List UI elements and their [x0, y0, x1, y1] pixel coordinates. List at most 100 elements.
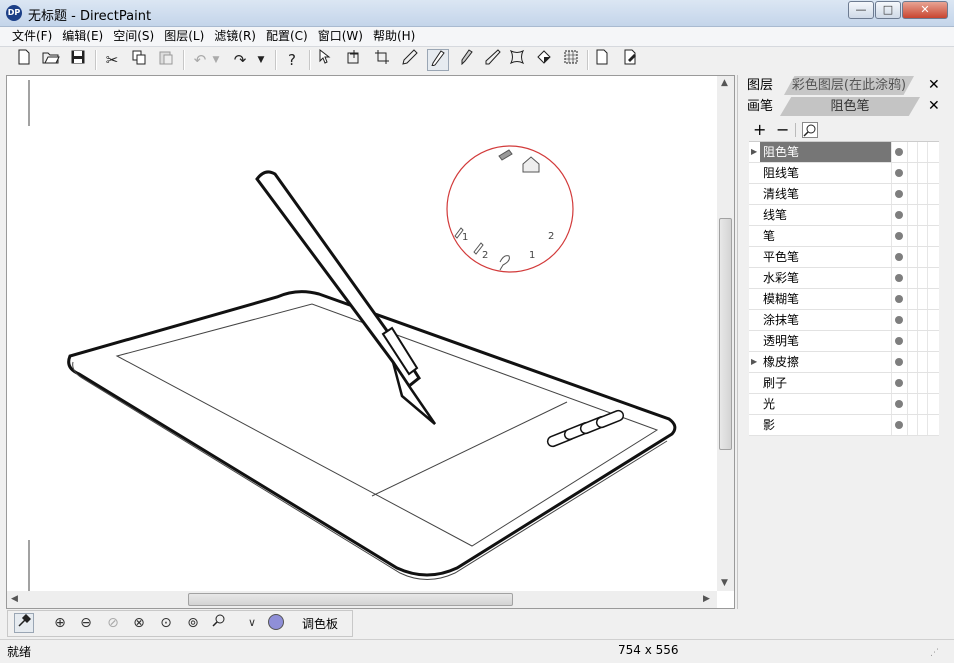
brush-row[interactable]: 刷子	[749, 373, 939, 394]
brush-visibility-icon[interactable]	[895, 274, 903, 282]
brush-visibility-icon[interactable]	[895, 211, 903, 219]
redo-dropdown-icon[interactable]: ▼	[254, 49, 268, 71]
add-brush-icon[interactable]: +	[753, 120, 766, 139]
close-layers-panel-icon[interactable]: ✕	[928, 77, 940, 93]
scroll-left-icon[interactable]: ◀	[11, 594, 18, 604]
brush-visibility-icon[interactable]	[895, 316, 903, 324]
cut-icon[interactable]: ✂	[101, 49, 123, 71]
new-document-icon[interactable]	[13, 49, 35, 71]
edit-page-icon[interactable]	[619, 49, 641, 71]
drawing-canvas[interactable]: 1 2 1 2	[6, 75, 735, 609]
search-brush-icon[interactable]	[802, 122, 818, 141]
zoom-fit-icon[interactable]: ⊚	[183, 613, 203, 633]
brush-row[interactable]: 清线笔	[749, 184, 939, 205]
brush-visibility-icon[interactable]	[895, 169, 903, 177]
maximize-button[interactable]: □	[875, 1, 901, 19]
brush-name: 清线笔	[763, 187, 800, 201]
tab-color-layer[interactable]: 彩色图层(在此涂鸦)	[784, 76, 914, 95]
close-window-button[interactable]: ✕	[902, 1, 948, 19]
brush-icon[interactable]	[455, 49, 477, 71]
brush-row[interactable]: 光	[749, 394, 939, 415]
open-folder-icon[interactable]	[40, 49, 62, 71]
tab-current-brush[interactable]: 阻色笔	[780, 97, 920, 116]
menu-help[interactable]: 帮助(H)	[368, 27, 420, 46]
menu-filter[interactable]: 滤镜(R)	[209, 27, 261, 46]
brush-row[interactable]: 线笔	[749, 205, 939, 226]
color-swatch[interactable]	[266, 613, 286, 633]
menu-edit[interactable]: 编辑(E)	[57, 27, 108, 46]
vertical-scroll-thumb[interactable]	[719, 218, 732, 450]
pie-label-2: 2	[482, 250, 488, 261]
zoom-reset-icon[interactable]: ⊘	[103, 613, 123, 633]
brush-visibility-icon[interactable]	[895, 295, 903, 303]
help-icon[interactable]: ?	[281, 49, 303, 71]
brush-row[interactable]: 笔	[749, 226, 939, 247]
undo-dropdown-icon[interactable]: ▼	[209, 49, 223, 71]
menu-window[interactable]: 窗口(W)	[313, 27, 368, 46]
brush-name: 阻色笔	[763, 145, 800, 159]
copy-icon[interactable]	[128, 49, 150, 71]
image-dimensions: 754 x 556	[618, 643, 679, 657]
redo-icon[interactable]: ↷	[229, 49, 251, 71]
undo-icon[interactable]: ↶	[189, 49, 211, 71]
scroll-right-icon[interactable]: ▶	[703, 594, 710, 604]
dropdown-chevron-icon[interactable]: ∨	[242, 613, 262, 633]
expand-arrow-icon[interactable]: ▶	[751, 352, 757, 372]
brush-visibility-icon[interactable]	[895, 148, 903, 156]
brush-row[interactable]: 模糊笔	[749, 289, 939, 310]
minimize-button[interactable]: —	[848, 1, 874, 19]
fill-bucket-icon[interactable]	[533, 49, 555, 71]
select-arrow-icon[interactable]	[315, 48, 337, 71]
brush-visibility-icon[interactable]	[895, 400, 903, 408]
tab-layers[interactable]: 图层	[747, 76, 773, 95]
remove-brush-icon[interactable]: −	[776, 120, 789, 139]
brush-visibility-icon[interactable]	[895, 190, 903, 198]
resize-grip-icon[interactable]: ⋰	[930, 648, 939, 658]
brush-row[interactable]: 水彩笔	[749, 268, 939, 289]
brush-visibility-icon[interactable]	[895, 358, 903, 366]
brush-name: 平色笔	[763, 250, 800, 264]
rotate-icon[interactable]: ⊙	[156, 613, 176, 633]
mesh-grid-icon[interactable]	[560, 49, 582, 71]
brush-visibility-icon[interactable]	[895, 379, 903, 387]
scroll-up-icon[interactable]: ▲	[721, 78, 728, 88]
pen-icon[interactable]	[427, 49, 449, 71]
brush-visibility-icon[interactable]	[895, 421, 903, 429]
crop-icon[interactable]	[371, 49, 393, 71]
pencil-icon[interactable]	[399, 49, 421, 71]
close-brush-panel-icon[interactable]: ✕	[928, 98, 940, 114]
menu-layer[interactable]: 图层(L)	[159, 27, 209, 46]
brush-name: 模糊笔	[763, 292, 800, 306]
brush-visibility-icon[interactable]	[895, 253, 903, 261]
zoom-out-icon[interactable]: ⊖	[76, 613, 96, 633]
menu-config[interactable]: 配置(C)	[261, 27, 313, 46]
expand-arrow-icon[interactable]: ▶	[751, 142, 757, 162]
brush-visibility-icon[interactable]	[895, 337, 903, 345]
palette-button[interactable]: 调色板	[302, 615, 338, 633]
line-pen-icon[interactable]	[482, 49, 504, 71]
brush-row[interactable]: 阻线笔	[749, 163, 939, 184]
menu-file[interactable]: 文件(F)	[7, 27, 57, 46]
brush-row[interactable]: 透明笔	[749, 331, 939, 352]
brush-name: 笔	[763, 229, 776, 243]
tab-brush[interactable]: 画笔	[747, 97, 773, 116]
menu-space[interactable]: 空间(S)	[108, 27, 159, 46]
horizontal-scroll-thumb[interactable]	[188, 593, 513, 606]
brush-row[interactable]: ▶ 橡皮擦	[749, 352, 939, 373]
scroll-down-icon[interactable]: ▼	[721, 578, 728, 588]
new-page-icon[interactable]	[591, 49, 613, 71]
brush-visibility-icon[interactable]	[895, 232, 903, 240]
brush-row[interactable]: 影	[749, 415, 939, 436]
paste-icon[interactable]	[155, 49, 177, 71]
transform-icon[interactable]	[506, 49, 528, 71]
brush-row[interactable]: ▶ 阻色笔	[749, 142, 939, 163]
cancel-icon[interactable]: ⊗	[129, 613, 149, 633]
save-icon[interactable]	[67, 49, 89, 71]
brush-row[interactable]: 平色笔	[749, 247, 939, 268]
pie-label-3: 1	[529, 250, 535, 261]
zoom-in-icon[interactable]: ⊕	[50, 613, 70, 633]
magnifier-icon[interactable]	[209, 613, 229, 633]
brush-row[interactable]: 涂抹笔	[749, 310, 939, 331]
move-icon[interactable]	[343, 49, 365, 71]
tools-icon[interactable]	[14, 613, 34, 633]
